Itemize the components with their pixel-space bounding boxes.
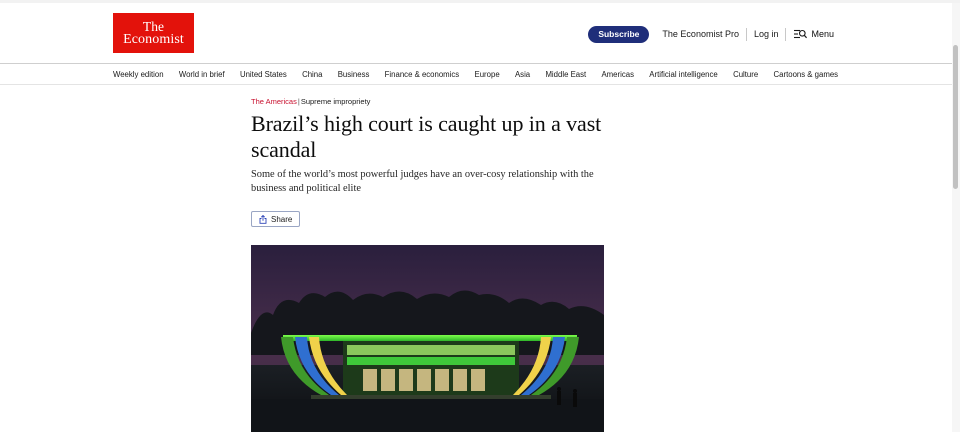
- nav-item-china[interactable]: China: [302, 70, 322, 79]
- nav-item-asia[interactable]: Asia: [515, 70, 530, 79]
- article-standfirst: Some of the world’s most powerful judges…: [251, 169, 594, 194]
- page-scrollbar[interactable]: [952, 3, 960, 432]
- header-actions: Subscribe The Economist Pro Log in Menu: [588, 24, 834, 44]
- share-button[interactable]: Share: [251, 211, 301, 227]
- scrollbar-thumb[interactable]: [953, 45, 958, 189]
- nav-item-finance-economics[interactable]: Finance & economics: [385, 70, 460, 79]
- nav-item-americas[interactable]: Americas: [601, 70, 634, 79]
- site-header: The Economist Subscribe The Economist Pr…: [0, 3, 952, 64]
- nav-item-business[interactable]: Business: [338, 70, 370, 79]
- nav-item-world-in-brief[interactable]: World in brief: [179, 70, 225, 79]
- article-header: The Americas|Supreme impropriety Brazil’…: [251, 97, 611, 229]
- menu-button[interactable]: Menu: [794, 29, 834, 39]
- rubric-text: Supreme impropriety: [300, 97, 371, 106]
- hero-illustration: [251, 245, 604, 432]
- nav-items: Weekly edition World in brief United Sta…: [113, 64, 853, 85]
- hero-image-supreme-court-building: [251, 245, 604, 432]
- share-icon: [259, 214, 267, 224]
- economist-logo[interactable]: The Economist: [113, 13, 194, 53]
- rubric-separator: |: [297, 97, 300, 106]
- section-nav: Weekly edition World in brief United Sta…: [0, 63, 952, 85]
- economist-pro-link[interactable]: The Economist Pro: [662, 29, 739, 39]
- nav-item-cartoons-games[interactable]: Cartoons & games: [774, 70, 839, 79]
- login-link[interactable]: Log in: [754, 29, 779, 39]
- article-rubric: The Americas|Supreme impropriety: [251, 97, 611, 106]
- section-link[interactable]: The Americas: [251, 97, 297, 106]
- article-headline: Brazil’s high court is caught up in a va…: [251, 111, 602, 162]
- header-divider: [785, 27, 787, 41]
- logo-line-2: Economist: [123, 32, 184, 47]
- nav-item-weekly-edition[interactable]: Weekly edition: [113, 70, 164, 79]
- menu-label: Menu: [811, 29, 834, 39]
- menu-search-icon: [794, 29, 808, 39]
- subscribe-button[interactable]: Subscribe: [588, 25, 650, 43]
- share-label: Share: [271, 214, 293, 224]
- nav-item-united-states[interactable]: United States: [240, 70, 287, 79]
- header-divider: [745, 27, 747, 41]
- nav-item-middle-east[interactable]: Middle East: [545, 70, 586, 79]
- nav-item-culture[interactable]: Culture: [733, 70, 758, 79]
- nav-item-artificial-intelligence[interactable]: Artificial intelligence: [649, 70, 717, 79]
- nav-item-europe[interactable]: Europe: [475, 70, 500, 79]
